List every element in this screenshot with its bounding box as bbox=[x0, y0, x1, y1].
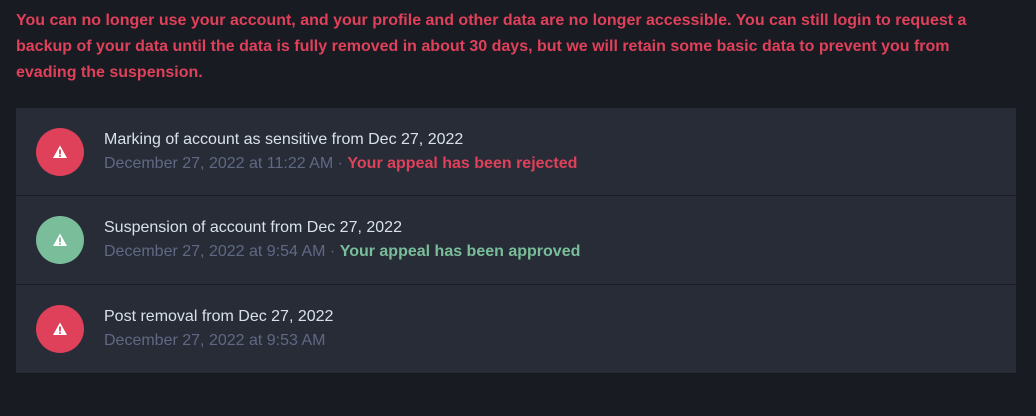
rejected-badge bbox=[36, 127, 84, 176]
strike-item[interactable]: Post removal from Dec 27, 2022 December … bbox=[16, 285, 1016, 373]
strike-meta: December 27, 2022 at 11:22 AM · Your app… bbox=[104, 152, 577, 176]
rejected-badge bbox=[36, 305, 84, 353]
suspension-notice: You can no longer use your account, and … bbox=[16, 12, 967, 81]
strike-list: Marking of account as sensitive from Dec… bbox=[16, 108, 1016, 374]
approved-badge bbox=[36, 216, 84, 264]
separator: · bbox=[329, 243, 336, 260]
strike-title: Marking of account as sensitive from Dec… bbox=[104, 131, 464, 148]
strike-meta: December 27, 2022 at 9:53 AM bbox=[104, 329, 333, 353]
separator: · bbox=[337, 155, 343, 172]
warning-icon bbox=[53, 233, 67, 246]
strike-date: December 27, 2022 at 11:22 AM bbox=[104, 155, 334, 172]
strike-title: Post removal from Dec 27, 2022 bbox=[104, 308, 334, 325]
strike-title: Suspension of account from Dec 27, 2022 bbox=[104, 219, 402, 236]
warning-icon bbox=[53, 145, 67, 158]
page: You can no longer use your account, and … bbox=[0, 0, 1036, 416]
strike-date: December 27, 2022 at 9:53 AM bbox=[104, 332, 326, 349]
strike-item[interactable]: Marking of account as sensitive from Dec… bbox=[16, 108, 1016, 196]
strike-item[interactable]: Suspension of account from Dec 27, 2022 … bbox=[16, 196, 1016, 285]
strike-meta: December 27, 2022 at 9:54 AM · Your appe… bbox=[104, 240, 580, 264]
appeal-status-approved: Your appeal has been approved bbox=[339, 243, 581, 260]
strike-date: December 27, 2022 at 9:54 AM bbox=[104, 243, 326, 260]
warning-icon bbox=[53, 322, 67, 335]
appeal-status-rejected: Your appeal has been rejected bbox=[347, 155, 578, 172]
